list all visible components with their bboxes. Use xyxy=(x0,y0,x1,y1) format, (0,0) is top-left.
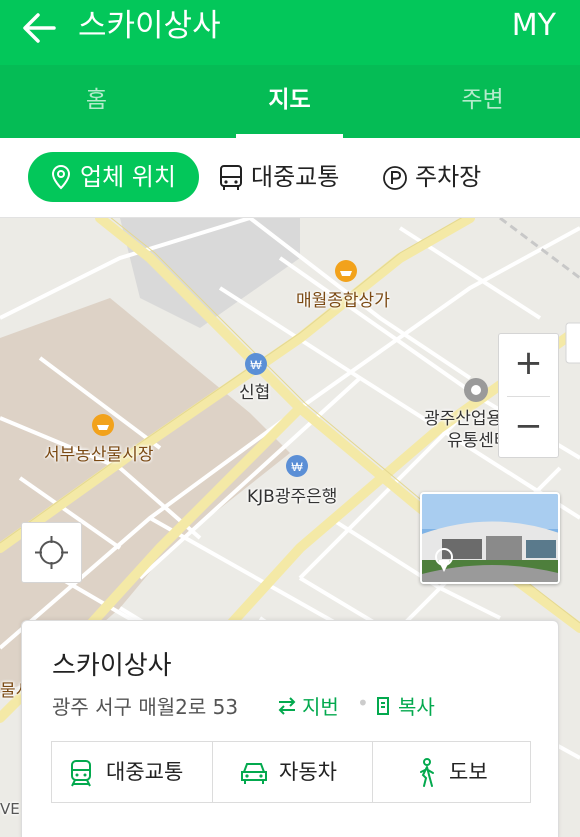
app-header: 스카이상사 MY xyxy=(0,0,580,65)
car-icon xyxy=(241,763,267,784)
place-address: 광주 서구 매월2로 53 xyxy=(52,695,239,719)
street-view-image xyxy=(422,494,558,582)
directions-label: 도보 xyxy=(449,760,488,784)
copy-icon xyxy=(377,697,389,715)
tab-bar: 홈 지도 주변 xyxy=(0,65,580,138)
current-location-button[interactable] xyxy=(21,522,82,583)
page-title: 스카이상사 xyxy=(78,8,221,44)
location-pin-icon xyxy=(51,164,71,190)
jibun-label: 지번 xyxy=(302,695,339,719)
map-filter-bar: 업체 위치 대중교통 주차장 xyxy=(0,138,580,218)
poi-label: 물시 xyxy=(0,681,22,701)
poi-label[interactable]: 매월종합상가 xyxy=(296,286,390,311)
tab-map[interactable]: 지도 xyxy=(193,65,386,138)
copy-label: 복사 xyxy=(398,695,435,719)
svg-text:₩: ₩ xyxy=(250,358,262,372)
crosshair-icon xyxy=(35,536,68,569)
directions-button-group: 대중교통 자동차 도보 xyxy=(51,741,531,803)
filter-business-location[interactable]: 업체 위치 xyxy=(28,152,199,202)
train-icon xyxy=(71,760,91,787)
filter-label: 주차장 xyxy=(415,163,482,191)
directions-transit-button[interactable]: 대중교통 xyxy=(52,742,212,802)
zoom-in-button[interactable]: + xyxy=(499,334,558,395)
svg-text:₩: ₩ xyxy=(291,460,303,474)
directions-label: 대중교통 xyxy=(106,760,184,784)
directions-car-button[interactable]: 자동차 xyxy=(212,742,372,802)
separator-dot: • xyxy=(357,691,369,715)
place-info-card: 스카이상사 광주 서구 매월2로 53 지번 • 복사 대중교통 자동차 도보 xyxy=(21,620,559,837)
tab-home[interactable]: 홈 xyxy=(0,65,193,138)
tab-nearby[interactable]: 주변 xyxy=(386,65,579,138)
poi-label[interactable]: 신협 xyxy=(239,378,270,403)
swap-arrows-icon xyxy=(278,697,296,715)
directions-walk-button[interactable]: 도보 xyxy=(372,742,532,802)
map-watermark: VE xyxy=(0,800,20,818)
back-arrow-icon[interactable] xyxy=(20,8,60,48)
zoom-controls: + − xyxy=(498,333,559,458)
place-name: 스카이상사 xyxy=(52,651,172,681)
bus-icon xyxy=(220,165,242,190)
street-view-thumbnail[interactable] xyxy=(420,492,560,584)
filter-label: 대중교통 xyxy=(251,163,340,191)
parking-icon xyxy=(383,166,407,190)
zoom-out-button[interactable]: − xyxy=(499,397,558,458)
my-button[interactable]: MY xyxy=(512,6,556,46)
poi-label[interactable]: KJB광주은행 xyxy=(247,482,337,507)
directions-label: 자동차 xyxy=(279,760,337,784)
filter-label: 업체 위치 xyxy=(80,163,176,191)
poi-label[interactable]: 서부농산물시장 xyxy=(44,440,153,465)
walk-icon xyxy=(420,758,434,787)
